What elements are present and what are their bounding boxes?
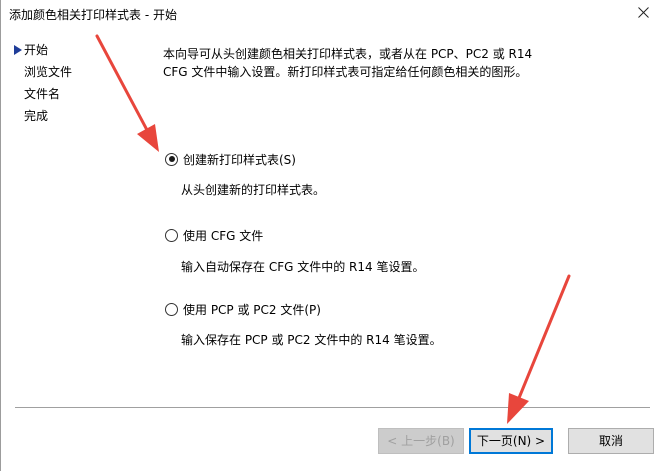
close-icon: [638, 7, 649, 18]
annotation-arrow-to-next-button: [507, 274, 571, 424]
next-button[interactable]: 下一页(N) >: [469, 428, 553, 454]
wizard-steps: 开始 浏览文件 文件名 完成: [14, 43, 135, 131]
wizard-window: 添加颜色相关打印样式表 - 开始 开始 浏览文件 文件名 完成 本向导可从头创建…: [0, 0, 665, 471]
window-title: 添加颜色相关打印样式表 - 开始: [9, 8, 177, 22]
step-label: 文件名: [24, 87, 61, 101]
step-label: 完成: [24, 109, 49, 123]
radio-use-pcp[interactable]: 使用 PCP 或 PC2 文件(P): [165, 300, 321, 318]
step-start: 开始: [14, 43, 135, 65]
radio-button-checked[interactable]: [165, 152, 178, 166]
divider: [15, 407, 650, 408]
option-description: 输入保存在 PCP 或 PC2 文件中的 R14 笔设置。: [181, 333, 442, 347]
cancel-button[interactable]: 取消: [568, 428, 654, 454]
radio-create-new[interactable]: 创建新打印样式表(S): [165, 150, 296, 168]
step-label: 开始: [24, 43, 49, 57]
radio-label: 创建新打印样式表(S): [183, 152, 296, 167]
current-step-arrow-icon: [14, 45, 22, 55]
radio-use-cfg[interactable]: 使用 CFG 文件: [165, 226, 263, 244]
step-label: 浏览文件: [24, 65, 73, 79]
step-file-name: 文件名: [15, 87, 135, 109]
close-button[interactable]: [622, 0, 665, 26]
option-description: 输入自动保存在 CFG 文件中的 R14 笔设置。: [181, 260, 425, 274]
radio-label: 使用 PCP 或 PC2 文件(P): [183, 302, 321, 317]
step-browse-file: 浏览文件: [15, 65, 135, 87]
intro-line: CFG 文件中输入设置。新打印样式表可指定给任何颜色相关的图形。: [163, 65, 528, 79]
title-bar: 添加颜色相关打印样式表 - 开始: [1, 0, 665, 26]
intro-line: 本向导可从头创建颜色相关打印样式表，或者从在 PCP、PC2 或 R14: [163, 47, 533, 61]
back-button[interactable]: < 上一步(B): [378, 428, 464, 454]
radio-label: 使用 CFG 文件: [183, 228, 264, 243]
radio-button[interactable]: [165, 302, 178, 316]
step-finish: 完成: [15, 109, 135, 131]
option-description: 从头创建新的打印样式表。: [181, 183, 326, 197]
radio-button[interactable]: [165, 228, 178, 242]
intro-text: 本向导可从头创建颜色相关打印样式表，或者从在 PCP、PC2 或 R14 CFG…: [163, 45, 563, 81]
